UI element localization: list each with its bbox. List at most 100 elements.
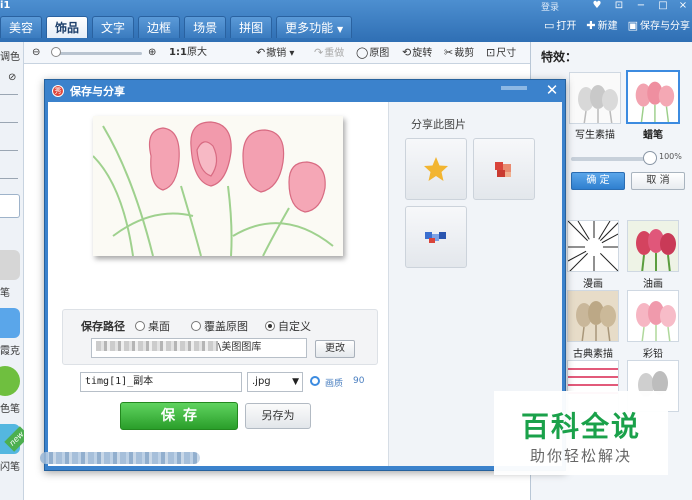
effect-thumb-crayon[interactable] [626, 70, 680, 124]
share-weibo-button[interactable] [473, 138, 535, 200]
dialog-minimize-icon[interactable] [501, 86, 527, 90]
pen-tool[interactable]: 笔 [0, 250, 24, 304]
crop-icon: ✂ [444, 46, 454, 59]
save-path-box: 保存路径 桌面 覆盖原图 自定义 \美图图库 更改 [62, 309, 378, 365]
zoom-in-icon[interactable]: ⊕ [148, 45, 156, 61]
radio-desktop[interactable]: 桌面 [135, 318, 170, 334]
adjust-slider[interactable] [0, 122, 18, 123]
effect-ok-button[interactable]: 确 定 [571, 172, 625, 190]
effect-label-sketch: 写生素描 [575, 130, 615, 141]
color-pen-tool[interactable]: 色笔 [0, 366, 24, 420]
effect-thumb-sketch[interactable] [569, 72, 621, 124]
top-bar: i1 登录 ♥ ⊡ − □ × 美容 饰品 文字 边框 场景 拼图 更多功能 ▼… [0, 0, 692, 42]
zoom-slider-handle[interactable] [51, 47, 61, 57]
tab-frame[interactable]: 边框 [138, 16, 181, 38]
zoom-out-icon[interactable]: ⊖ [32, 45, 40, 61]
dialog-title: 保存与分享 [70, 85, 125, 98]
undo-dropdown-icon[interactable]: ▾ [289, 48, 294, 59]
save-section: 保存路径 桌面 覆盖原图 自定义 \美图图库 更改 timg[1]_副本 .jp… [48, 102, 388, 466]
rotate-label: 旋转 [412, 48, 433, 59]
radio-desktop-dot [135, 321, 145, 331]
adjust-slider[interactable] [0, 150, 18, 151]
effect-intensity-value: 100% [659, 152, 682, 161]
watermark-main-text: 百科全说 [520, 410, 641, 443]
mosaic-tool[interactable]: 霞克 [0, 308, 24, 362]
radio-overwrite[interactable]: 覆盖原图 [191, 318, 248, 334]
save-button[interactable]: 保存 [120, 402, 238, 430]
crop-button[interactable]: ✂裁剪 [444, 45, 474, 62]
save-share-label: 保存与分享 [640, 21, 690, 32]
app-logo-icon: 秀 [52, 85, 64, 97]
tab-more-features[interactable]: 更多功能 ▼ [276, 16, 353, 38]
zoom-slider[interactable] [54, 52, 142, 55]
watermark-sub-text: 助你轻松解决 [529, 447, 632, 465]
open-label: 打开 [556, 21, 577, 32]
save-as-button[interactable]: 另存为 [245, 403, 311, 429]
save-share-dialog: 秀 保存与分享 ✕ 保存路径 桌面 覆盖原图 自定义 \美图图库 更改 timg… [44, 79, 566, 471]
resize-icon: ⊡ [486, 46, 496, 59]
mosaic-tool-label: 霞克 [0, 346, 20, 357]
effect-label-oil: 油画 [643, 279, 663, 290]
original-size-button[interactable]: 原大 [187, 45, 207, 61]
close-icon[interactable]: × [676, 0, 690, 11]
dialog-close-icon[interactable]: ✕ [543, 81, 561, 99]
tab-collage[interactable]: 拼图 [230, 16, 273, 38]
effect-label-comic: 漫画 [583, 279, 603, 290]
edit-toolbar: ⊖ ⊕ 1:1 原大 ↶撤销 ▾ ↷重做 ◯原图 ⟲旋转 ✂裁剪 ⊡尺寸 [24, 42, 530, 64]
main-tabs: 美容 饰品 文字 边框 场景 拼图 更多功能 ▼ [0, 16, 356, 40]
pen-tool-label: 笔 [0, 288, 10, 299]
zoom-ratio[interactable]: 1:1 [169, 45, 187, 61]
size-button[interactable]: ⊡尺寸 [486, 45, 516, 62]
save-share-button[interactable]: ▣ 保存与分享 [628, 17, 690, 36]
quality-label[interactable]: 画质 [325, 376, 343, 389]
dialog-header[interactable]: 秀 保存与分享 ✕ [45, 80, 565, 102]
new-button[interactable]: ✚ 新建 [586, 17, 617, 36]
redo-button[interactable]: ↷重做 [314, 45, 344, 62]
redo-icon: ↷ [314, 46, 324, 59]
quality-icon[interactable] [310, 376, 320, 386]
effect-thumb-comic[interactable] [567, 220, 619, 272]
effect-thumb-oil[interactable] [627, 220, 679, 272]
tulip-preview-image [93, 116, 343, 256]
blurred-path-prefix [96, 341, 218, 351]
format-select[interactable]: .jpg ▼ [247, 372, 303, 392]
effect-thumb-crayon-image [628, 72, 678, 122]
adjust-label: 调色 [0, 52, 20, 63]
folder-icon: ▭ [543, 19, 555, 32]
open-button[interactable]: ▭ 打开 [544, 17, 576, 36]
tab-accessories[interactable]: 饰品 [46, 16, 89, 38]
effect-label-classic-sketch: 古典素描 [573, 349, 613, 360]
redo-label: 重做 [324, 48, 345, 59]
undo-icon: ↶ [256, 46, 266, 59]
filename-input[interactable]: timg[1]_副本 [80, 372, 242, 392]
save-path-input[interactable]: \美图图库 [91, 338, 307, 358]
effect-thumb-classic-sketch[interactable] [567, 290, 619, 342]
change-path-button[interactable]: 更改 [315, 340, 355, 358]
adjust-button[interactable] [0, 194, 20, 218]
effect-thumb-color-pencil-image [628, 291, 678, 341]
minimize-icon[interactable]: − [634, 0, 648, 11]
adjust-slider[interactable] [0, 94, 18, 95]
effect-intensity-slider[interactable] [571, 157, 649, 161]
tab-beauty[interactable]: 美容 [0, 16, 43, 38]
skin-icon[interactable]: ♥ [590, 0, 604, 11]
tab-scene[interactable]: 场景 [184, 16, 227, 38]
top-tools: ▭ 打开 ✚ 新建 ▣ 保存与分享 [534, 17, 692, 36]
effect-cancel-button[interactable]: 取 消 [631, 172, 685, 190]
size-label: 尺寸 [496, 48, 517, 59]
adjust-slider[interactable] [0, 178, 18, 179]
reset-icon[interactable]: ⊘ [8, 72, 16, 83]
feedback-icon[interactable]: ⊡ [612, 0, 626, 11]
original-button[interactable]: ◯原图 [356, 45, 389, 62]
login-link[interactable]: 登录 [541, 0, 559, 13]
undo-button[interactable]: ↶撤销 ▾ [256, 45, 294, 62]
effect-thumb-color-pencil[interactable] [627, 290, 679, 342]
effect-intensity-handle[interactable] [643, 151, 657, 165]
share-star-button[interactable] [405, 138, 467, 200]
rotate-button[interactable]: ⟲旋转 [402, 45, 432, 62]
radio-custom[interactable]: 自定义 [265, 318, 311, 334]
save-path-suffix: \美图图库 [218, 342, 262, 353]
tab-text[interactable]: 文字 [92, 16, 135, 38]
maximize-icon[interactable]: □ [656, 0, 670, 11]
share-qzone-button[interactable] [405, 206, 467, 268]
